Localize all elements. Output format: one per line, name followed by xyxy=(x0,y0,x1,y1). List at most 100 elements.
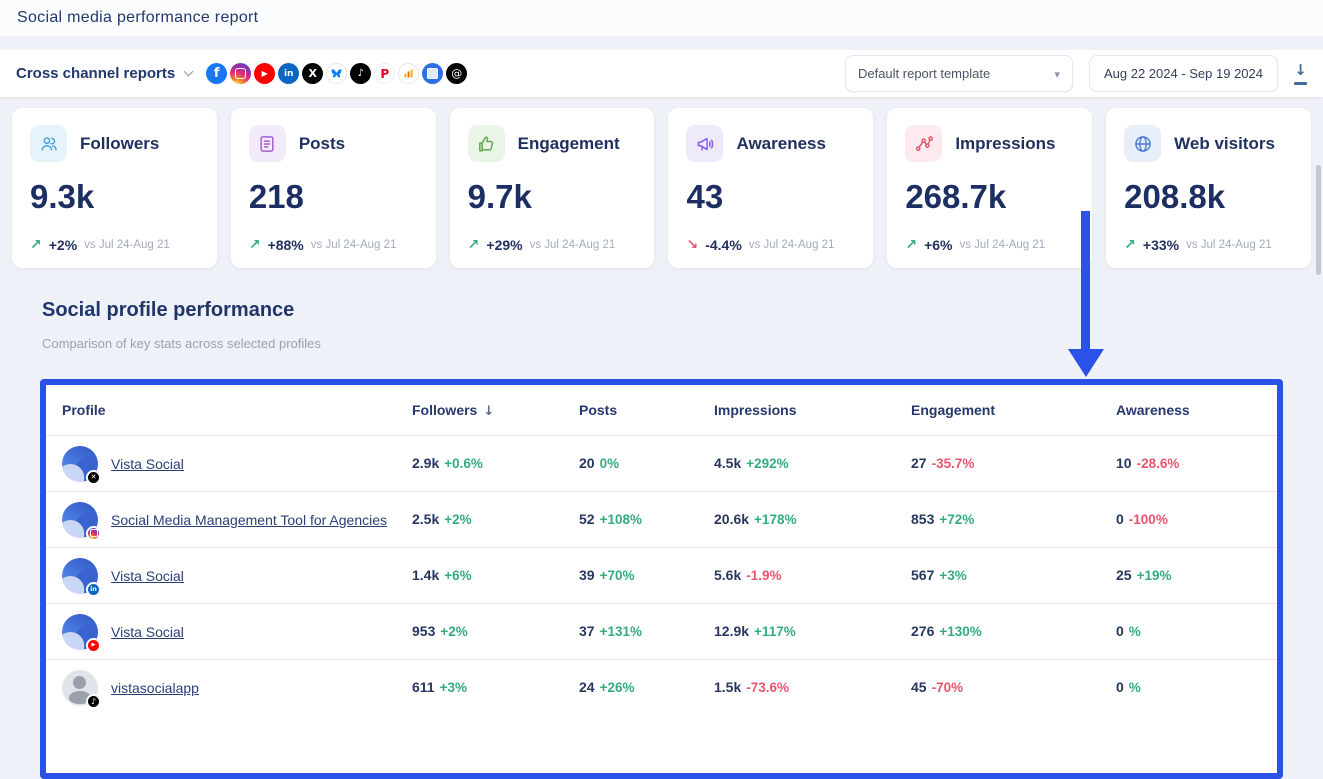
profile-link[interactable]: Social Media Management Tool for Agencie… xyxy=(111,512,387,528)
followers-cell: 953+2% xyxy=(412,623,579,641)
avatar xyxy=(62,502,98,538)
reports-dropdown-label: Cross channel reports xyxy=(16,65,175,82)
report-template-select[interactable]: Default report template xyxy=(845,55,1073,92)
google-analytics-icon[interactable] xyxy=(398,63,419,84)
bluesky-icon[interactable] xyxy=(326,63,347,84)
linkedin-icon[interactable] xyxy=(278,63,299,84)
card-value: 268.7k xyxy=(905,178,1074,216)
pinterest-icon[interactable] xyxy=(374,63,395,84)
card-label: Awareness xyxy=(736,134,825,154)
profile-link[interactable]: Vista Social xyxy=(111,568,184,584)
x-icon[interactable] xyxy=(302,63,323,84)
card-value: 208.8k xyxy=(1124,178,1293,216)
awareness-cell: 10-28.6% xyxy=(1116,455,1277,473)
google-business-icon[interactable] xyxy=(422,63,443,84)
table-header-row: Profile Followers Posts Impressions Enga… xyxy=(46,385,1277,435)
tiktok-badge-icon xyxy=(86,694,101,709)
tiktok-icon[interactable] xyxy=(350,63,371,84)
trend-up-icon xyxy=(30,237,42,253)
card-comparison-period: vs Jul 24-Aug 21 xyxy=(749,239,835,251)
avatar xyxy=(62,670,98,706)
table-row: Vista Social 1.4k+6% 39+70% 5.6k-1.9% 56… xyxy=(46,547,1277,603)
card-change: +29% xyxy=(486,237,522,253)
posts-cell: 52+108% xyxy=(579,511,714,529)
scatter-share-icon xyxy=(905,125,942,162)
awareness-cell: 25+19% xyxy=(1116,567,1277,585)
table-row: vistasocialapp 611+3% 24+26% 1.5k-73.6% … xyxy=(46,659,1277,715)
annotation-arrow-shaft xyxy=(1081,211,1090,351)
card-label: Followers xyxy=(80,134,159,154)
section-subtitle: Comparison of key stats across selected … xyxy=(42,336,321,351)
toolbar: Cross channel reports Default report tem… xyxy=(0,50,1323,97)
report-template-value: Default report template xyxy=(858,66,990,81)
download-icon[interactable] xyxy=(1294,62,1307,85)
card-change: +6% xyxy=(924,237,952,253)
card-label: Posts xyxy=(299,134,345,154)
table-row: Vista Social 2.9k+0.6% 200% 4.5k+292% 27… xyxy=(46,435,1277,491)
impressions-cell: 12.9k+117% xyxy=(714,623,911,641)
stat-card-awareness: Awareness 43 -4.4% vs Jul 24-Aug 21 xyxy=(668,108,873,268)
page-title: Social media performance report xyxy=(17,9,258,27)
impressions-cell: 5.6k-1.9% xyxy=(714,567,911,585)
x-badge-icon xyxy=(86,470,101,485)
card-label: Impressions xyxy=(955,134,1055,154)
card-value: 43 xyxy=(686,178,855,216)
card-label: Web visitors xyxy=(1174,134,1275,154)
posts-cell: 39+70% xyxy=(579,567,714,585)
column-header-impressions[interactable]: Impressions xyxy=(714,402,911,418)
stat-card-followers: Followers 9.3k +2% vs Jul 24-Aug 21 xyxy=(12,108,217,268)
reports-dropdown[interactable]: Cross channel reports xyxy=(16,65,192,82)
card-label: Engagement xyxy=(518,134,620,154)
engagement-cell: 45-70% xyxy=(911,679,1116,697)
impressions-cell: 20.6k+178% xyxy=(714,511,911,529)
column-header-awareness[interactable]: Awareness xyxy=(1116,402,1277,418)
avatar xyxy=(62,614,98,650)
card-comparison-period: vs Jul 24-Aug 21 xyxy=(530,239,616,251)
profile-link[interactable]: Vista Social xyxy=(111,624,184,640)
section-title: Social profile performance xyxy=(42,299,294,322)
youtube-badge-icon xyxy=(86,638,101,653)
annotation-arrow-head-icon xyxy=(1068,349,1104,377)
awareness-cell: 0-100% xyxy=(1116,511,1277,529)
profile-link[interactable]: Vista Social xyxy=(111,456,184,472)
stat-card-web-visitors: Web visitors 208.8k +33% vs Jul 24-Aug 2… xyxy=(1106,108,1311,268)
column-header-posts[interactable]: Posts xyxy=(579,402,714,418)
column-header-followers[interactable]: Followers xyxy=(412,402,579,419)
facebook-icon[interactable] xyxy=(206,63,227,84)
table-row: Social Media Management Tool for Agencie… xyxy=(46,491,1277,547)
instagram-badge-icon xyxy=(86,526,101,541)
impressions-cell: 1.5k-73.6% xyxy=(714,679,911,697)
followers-cell: 2.5k+2% xyxy=(412,511,579,529)
followers-cell: 611+3% xyxy=(412,679,579,697)
date-range-picker[interactable]: Aug 22 2024 - Sep 19 2024 xyxy=(1089,55,1278,92)
profile-link[interactable]: vistasocialapp xyxy=(111,680,199,696)
card-value: 218 xyxy=(249,178,418,216)
linkedin-badge-icon xyxy=(86,582,101,597)
card-comparison-period: vs Jul 24-Aug 21 xyxy=(84,239,170,251)
card-value: 9.7k xyxy=(468,178,637,216)
vertical-scrollbar[interactable] xyxy=(1316,165,1321,275)
instagram-icon[interactable] xyxy=(230,63,251,84)
trend-up-icon xyxy=(905,237,917,253)
trend-up-icon xyxy=(468,237,480,253)
title-bar: Social media performance report xyxy=(0,0,1323,37)
card-change: +88% xyxy=(268,237,304,253)
social-network-filter xyxy=(206,63,467,84)
sort-desc-icon[interactable] xyxy=(483,402,494,419)
card-change: +2% xyxy=(49,237,77,253)
column-header-profile[interactable]: Profile xyxy=(62,402,412,418)
stat-card-impressions: Impressions 268.7k +6% vs Jul 24-Aug 21 xyxy=(887,108,1092,268)
card-comparison-period: vs Jul 24-Aug 21 xyxy=(1186,239,1272,251)
avatar xyxy=(62,558,98,594)
thumbs-up-icon xyxy=(468,125,505,162)
threads-icon[interactable] xyxy=(446,63,467,84)
followers-cell: 2.9k+0.6% xyxy=(412,455,579,473)
awareness-cell: 0% xyxy=(1116,679,1277,697)
posts-cell: 37+131% xyxy=(579,623,714,641)
document-icon xyxy=(249,125,286,162)
stat-card-engagement: Engagement 9.7k +29% vs Jul 24-Aug 21 xyxy=(450,108,655,268)
column-header-engagement[interactable]: Engagement xyxy=(911,402,1116,418)
engagement-cell: 853+72% xyxy=(911,511,1116,529)
posts-cell: 24+26% xyxy=(579,679,714,697)
youtube-icon[interactable] xyxy=(254,63,275,84)
